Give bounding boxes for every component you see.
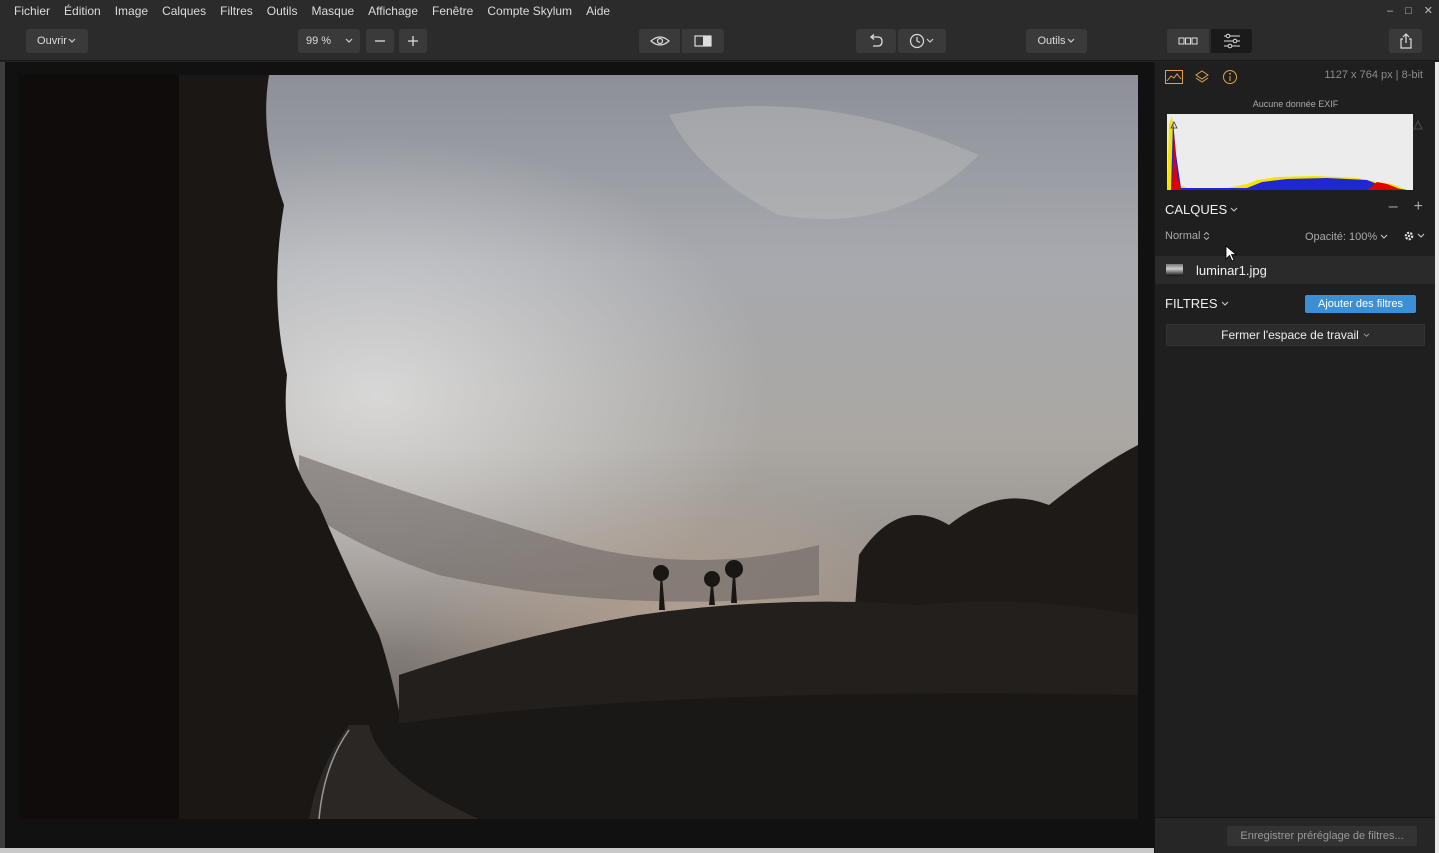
tools-button[interactable]: Outils: [1026, 29, 1087, 53]
adjustments-button[interactable]: [1211, 29, 1252, 53]
plus-icon: [408, 36, 418, 46]
layer-thumbnail: [1166, 264, 1183, 276]
photo-canvas[interactable]: [19, 75, 1138, 819]
gear-icon: [1404, 231, 1414, 241]
filters-header[interactable]: FILTRES: [1165, 296, 1229, 311]
open-label: Ouvrir: [37, 35, 67, 47]
bottom-edge: [0, 848, 1154, 853]
tools-label: Outils: [1037, 35, 1066, 47]
zoom-value: 99 %: [306, 35, 332, 47]
split-view-icon: [694, 35, 712, 47]
layer-item[interactable]: luminar1.jpg: [1155, 256, 1436, 284]
share-button[interactable]: [1389, 29, 1422, 53]
menu-aide[interactable]: Aide: [579, 4, 617, 18]
maximize-button[interactable]: □: [1405, 5, 1412, 17]
chevron-down-icon: [926, 38, 934, 43]
add-filters-button[interactable]: Ajouter des filtres: [1305, 295, 1416, 313]
add-layer-button[interactable]: +: [1414, 198, 1423, 216]
menu-edition[interactable]: Édition: [57, 4, 108, 18]
chevron-down-icon: [1067, 38, 1074, 43]
right-edge: [1435, 62, 1439, 853]
image-dimensions: 1127 x 764 px | 8-bit: [1324, 69, 1423, 81]
remove-layer-button[interactable]: –: [1389, 198, 1398, 216]
filmstrip-icon: [1178, 37, 1198, 45]
layer-options: Normal Opacité: 100%: [1165, 230, 1425, 246]
undo-button[interactable]: [856, 29, 896, 53]
undo-icon: [869, 34, 883, 47]
chevron-down-icon: [1230, 207, 1238, 212]
filmstrip-button[interactable]: [1167, 29, 1209, 53]
menu-filtres[interactable]: Filtres: [213, 4, 260, 18]
menu-calques[interactable]: Calques: [155, 4, 213, 18]
close-workspace-button[interactable]: Fermer l'espace de travail: [1166, 324, 1425, 346]
canvas-area[interactable]: [5, 62, 1154, 848]
compare-button[interactable]: [682, 29, 724, 53]
layers-icon: [1195, 70, 1209, 83]
menu-masque[interactable]: Masque: [304, 4, 361, 18]
histogram-graph: [1167, 116, 1407, 190]
zoom-out-button[interactable]: [366, 29, 394, 53]
close-button[interactable]: ✕: [1424, 4, 1433, 17]
chevron-down-icon: [1417, 233, 1425, 238]
menu-fenetre[interactable]: Fenêtre: [425, 4, 480, 18]
open-button[interactable]: Ouvrir: [26, 29, 88, 53]
blend-mode-select[interactable]: Normal: [1165, 230, 1210, 242]
share-icon: [1399, 33, 1412, 49]
minus-icon: [375, 40, 385, 42]
toolbar: Ouvrir 99 % Outils: [0, 21, 1439, 61]
blend-mode-value: Normal: [1165, 230, 1201, 242]
layers-header[interactable]: CALQUES: [1165, 202, 1238, 217]
opacity-select[interactable]: Opacité: 100%: [1305, 231, 1388, 243]
histogram-icon: [1165, 70, 1183, 84]
panel-tab-icons: [1165, 68, 1239, 86]
clock-icon: [909, 33, 925, 49]
opacity-value: Opacité: 100%: [1305, 231, 1378, 243]
layer-actions: – +: [1389, 198, 1423, 216]
minimize-button[interactable]: –: [1387, 5, 1393, 17]
up-down-chevron-icon: [1204, 231, 1210, 241]
chevron-down-icon: [345, 38, 353, 43]
layers-tab[interactable]: [1193, 68, 1211, 86]
menu-fichier[interactable]: Fichier: [0, 4, 57, 18]
eye-icon: [649, 36, 670, 46]
filters-title: FILTRES: [1165, 296, 1218, 311]
preview-button[interactable]: [639, 29, 680, 53]
info-icon: [1223, 70, 1237, 84]
close-workspace-label: Fermer l'espace de travail: [1221, 328, 1359, 342]
sliders-icon: [1223, 33, 1240, 49]
histogram-tab[interactable]: [1165, 68, 1183, 86]
landscape-photo: [19, 75, 1138, 819]
exif-status: Aucune donnée EXIF: [1252, 99, 1339, 109]
window-controls: – □ ✕: [1387, 0, 1433, 21]
chevron-down-icon: [1363, 333, 1370, 337]
zoom-in-button[interactable]: [399, 29, 427, 53]
panel-footer: Enregistrer préréglage de filtres...: [1155, 817, 1436, 853]
menu-image[interactable]: Image: [108, 4, 155, 18]
history-button[interactable]: [898, 29, 946, 53]
menu-bar: Fichier Édition Image Calques Filtres Ou…: [0, 0, 1439, 21]
right-panel: 1127 x 764 px | 8-bit Aucune donnée EXIF…: [1154, 62, 1436, 853]
info-tab[interactable]: [1221, 68, 1239, 86]
layer-name: luminar1.jpg: [1196, 262, 1267, 278]
menu-affichage[interactable]: Affichage: [361, 4, 425, 18]
zoom-select[interactable]: 99 %: [298, 29, 360, 53]
menu-outils[interactable]: Outils: [260, 4, 305, 18]
luminar-window: Fichier Édition Image Calques Filtres Ou…: [0, 0, 1439, 853]
chevron-down-icon: [1380, 234, 1388, 239]
save-filter-preset-button[interactable]: Enregistrer préréglage de filtres...: [1227, 826, 1417, 846]
chevron-down-icon: [1221, 301, 1228, 306]
layers-title: CALQUES: [1165, 202, 1228, 217]
menu-compte-skylum[interactable]: Compte Skylum: [480, 4, 579, 18]
chevron-down-icon: [68, 38, 76, 43]
layer-settings-button[interactable]: [1403, 230, 1425, 242]
highlight-warning-icon[interactable]: [1413, 120, 1423, 130]
histogram: [1167, 114, 1413, 190]
mouse-cursor-icon: [1225, 245, 1237, 262]
